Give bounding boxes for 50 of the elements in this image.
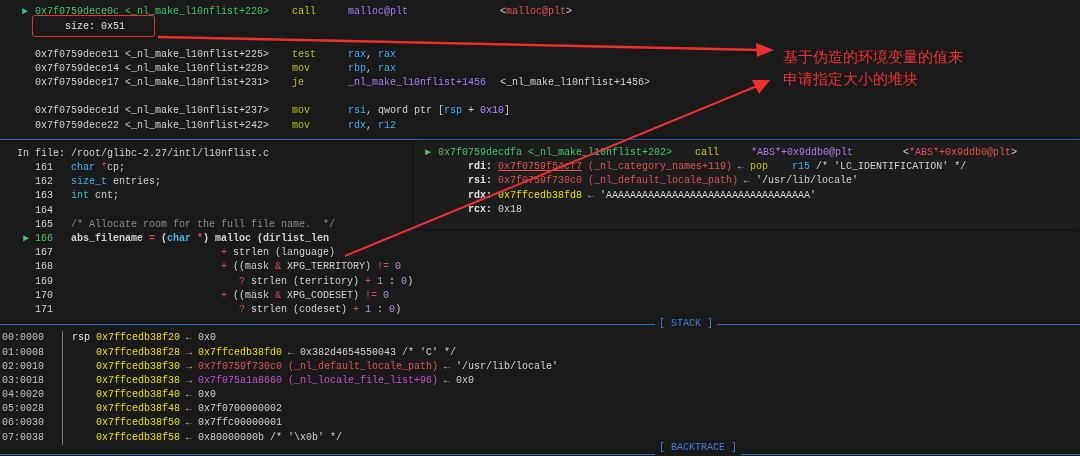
line-number: 165 — [34, 217, 53, 232]
disassembly-line: 0x7f0759dece11 <_nl_make_l10nflist+225> test rax, rax — [34, 47, 398, 62]
disassembly-line: 0x7f0759dece22 <_nl_make_l10nflist+242> mov rdx, r12 — [34, 118, 398, 133]
code-line: + ((mask & XPG_TERRITORY) != 0 — [220, 260, 402, 275]
stack-entry: 0x7ffcedb38f38 → 0x7f075a1a8660 (_nl_locale_file_list+96) ← 0x0 — [95, 373, 476, 388]
code-line: char *cp; — [71, 161, 126, 176]
size-annotation: size: 0x51 — [32, 15, 155, 38]
stack-entry: 0x7ffcedb38f40 ← 0x0 — [95, 388, 218, 403]
stack-entry: 0x7ffcedb38f30 → 0x7f0759f730c0 (_nl_default_locale_path) ← '/usr/lib/locale' — [95, 359, 559, 374]
disassembly-line: 0x7f0759dece17 <_nl_make_l10nflist+231> je _nl_make_l10nflist+1456 <_nl_make_l10nflist+1456> — [34, 75, 651, 90]
file-path: In file: /root/glibc-2.27/intl/l10nflist.c — [17, 146, 270, 161]
annotation-text: 申请指定大小的堆块 — [783, 69, 919, 90]
line-number: 162 — [34, 175, 53, 190]
line-number: 170 — [34, 288, 53, 303]
code-line: abs_filename = (char *) malloc (dirlist_len — [71, 232, 330, 246]
line-number: 167 — [34, 246, 53, 261]
stack-offset: 01:0008 — [2, 345, 45, 360]
code-line: int cnt; — [71, 189, 120, 204]
line-number: 163 — [34, 189, 53, 204]
section-header: [ STACK ] — [658, 317, 714, 332]
code-line: /* Allocate room for the full file name. */ — [71, 217, 336, 232]
stack-offset: 00:0000 — [2, 331, 45, 346]
stack-entry: 0x7ffcedb38f50 ← 0x7ffc00000001 — [95, 416, 284, 431]
line-number: 169 — [34, 274, 53, 289]
section-header: [ BACKTRACE ] — [658, 440, 738, 455]
disassembly-line: 0x7f0759dece1d <_nl_make_l10nflist+237> mov rsi, qword ptr [rsp + 0x10] — [34, 104, 511, 119]
stack-offset: 02:0010 — [2, 359, 45, 374]
disassembly-line: 0x7f0759dece14 <_nl_make_l10nflist+228> mov rbp, rax — [34, 61, 398, 76]
code-line: + strlen (language) — [220, 246, 336, 261]
stack-offset: 03:0018 — [2, 373, 45, 388]
stack-offset: 05:0028 — [2, 402, 45, 417]
code-line: ? strlen (codeset) + 1 : 0) — [238, 302, 402, 317]
stack-entry: 0x7ffcedb38f58 ← 0x80000000b /* '\x0b' */ — [95, 430, 344, 445]
annotation-text: 基于伪造的环境变量的值来 — [783, 47, 963, 68]
line-number: 168 — [34, 260, 53, 275]
code-line: ? strlen (territory) + 1 : 0) — [238, 274, 414, 289]
line-number: 161 — [34, 161, 53, 176]
stack-entry: 0x7ffcedb38f28 → 0x7ffcedb38fd0 ← 0x382d4654550043 /* 'C' */ — [95, 345, 458, 360]
code-line: size_t entries; — [71, 175, 162, 190]
stack-offset: 04:0020 — [2, 388, 45, 403]
code-line: + ((mask & XPG_CODESET) != 0 — [220, 288, 390, 303]
line-number: ► 166 — [22, 232, 53, 246]
register-line: rcx: 0x18 — [467, 202, 523, 217]
stack-offset: 06:0030 — [2, 416, 45, 431]
line-number: 164 — [34, 203, 53, 218]
stack-offset: 07:0038 — [2, 430, 45, 445]
line-number: 171 — [34, 302, 53, 317]
stack-entry: 0x7ffcedb38f48 ← 0x7f0700000002 — [95, 402, 284, 417]
stack-entry: rsp 0x7ffcedb38f20 ← 0x0 — [72, 331, 218, 346]
register-line: rdx: 0x7ffcedb38fd8 ← 'AAAAAAAAAAAAAAAAAAAAAAAAAAAAAAAAAA' — [467, 188, 817, 203]
